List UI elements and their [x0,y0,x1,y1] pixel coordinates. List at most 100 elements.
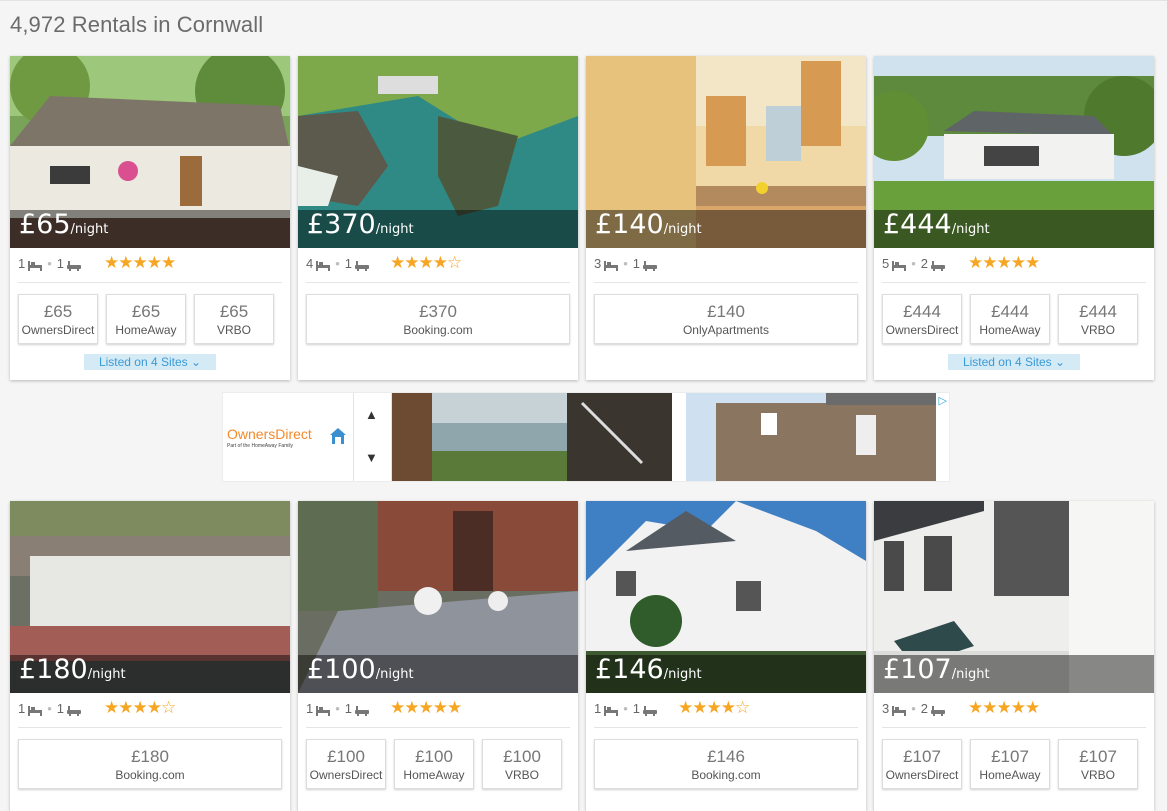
listing-card[interactable]: £444/night 5 • 2 ★★★★★ £444 OwnersDirect … [874,56,1154,380]
price-label: £65/night [19,209,109,240]
divider [306,282,570,283]
ad-logo[interactable]: OwnersDirect Part of the HomeAway Family [223,393,354,481]
offer-button[interactable]: £100 OwnersDirect [306,739,386,789]
ad-down-button[interactable]: ▼ [365,450,378,465]
offer-button[interactable]: £180 Booking.com [18,739,282,789]
offer-button[interactable]: £65 HomeAway [106,294,186,344]
baths-count: 1 [344,256,353,271]
listing-meta: 3 • 1 [586,248,866,279]
offer-button[interactable]: £107 HomeAway [970,739,1050,789]
beds-count: 1 [18,256,26,271]
listing-photo[interactable]: £370/night [298,56,578,248]
beds-count: 1 [306,701,314,716]
listed-on-sites-button[interactable]: Listed on 4 Sites ⌄ [948,354,1080,370]
offer-button[interactable]: £146 Booking.com [594,739,858,789]
ad-image-left[interactable] [392,393,672,481]
offer-list: £140 OnlyApartments [594,294,858,344]
listing-meta: 1 • 1 ★★★★☆ [18,698,176,717]
offer-button[interactable]: £100 VRBO [482,739,562,789]
offer-list: £100 OwnersDirect £100 HomeAway £100 VRBO [306,739,562,789]
ad-choices-icon[interactable]: ▷ [939,394,947,407]
baths-count: 1 [56,701,65,716]
listing-card[interactable]: £370/night 4 • 1 ★★★★☆ £370 Booking.com [298,56,578,380]
offer-button[interactable]: £107 OwnersDirect [882,739,962,789]
baths-count: 2 [920,701,929,716]
bath-icon [931,704,946,716]
baths-count: 1 [344,701,353,716]
divider [882,727,1146,728]
bath-icon [355,704,370,716]
price-label: £180/night [19,654,126,685]
listing-photo[interactable]: £444/night [874,56,1154,248]
offer-button[interactable]: £140 OnlyApartments [594,294,858,344]
bed-icon [892,259,907,271]
offer-button[interactable]: £444 OwnersDirect [882,294,962,344]
offer-button[interactable]: £100 HomeAway [394,739,474,789]
house-logo-icon [329,427,347,450]
beds-count: 3 [882,701,890,716]
beds-count: 3 [594,256,602,271]
listing-meta: 1 • 1 ★★★★★ [306,698,462,717]
ad-up-button[interactable]: ▲ [365,407,378,422]
offer-button[interactable]: £370 Booking.com [306,294,570,344]
listing-photo[interactable]: £100/night [298,501,578,693]
baths-count: 2 [920,256,929,271]
price-label: £140/night [595,209,702,240]
star-rating: ★★★★★ [968,253,1040,272]
star-rating: ★★★★★ [104,253,176,272]
price-label: £370/night [307,209,414,240]
bath-icon [355,259,370,271]
offer-button[interactable]: £107 VRBO [1058,739,1138,789]
baths-count: 1 [632,701,641,716]
baths-count: 1 [56,256,65,271]
listing-photo[interactable]: £180/night [10,501,290,693]
listing-meta: 4 • 1 ★★★★☆ [306,253,462,272]
divider [18,727,282,728]
bed-icon [892,704,907,716]
listing-card[interactable]: £100/night 1 • 1 ★★★★★ £100 OwnersDirect … [298,501,578,811]
ad-image-right[interactable] [686,393,936,481]
divider [18,282,282,283]
bed-icon [604,704,619,716]
offer-list: £65 OwnersDirect £65 HomeAway £65 VRBO [18,294,274,344]
ad-tagline: Part of the HomeAway Family [227,443,294,449]
offer-button[interactable]: £65 VRBO [194,294,274,344]
listing-meta: 1 • 1 ★★★★★ [18,253,176,272]
bed-icon [316,259,331,271]
price-label: £444/night [883,209,990,240]
star-rating: ★★★★☆ [390,253,462,272]
offer-list: £107 OwnersDirect £107 HomeAway £107 VRBO [882,739,1138,789]
listing-card[interactable]: £180/night 1 • 1 ★★★★☆ £180 Booking.com [10,501,290,811]
offer-list: £146 Booking.com [594,739,858,789]
listing-meta: 3 • 2 ★★★★★ [882,698,1040,717]
listing-meta: 5 • 2 ★★★★★ [882,253,1040,272]
beds-count: 5 [882,256,890,271]
divider [594,727,858,728]
listed-on-sites-button[interactable]: Listed on 4 Sites ⌄ [84,354,216,370]
listing-card[interactable]: £65/night 1 • 1 ★★★★★ £65 OwnersDirect £6… [10,56,290,380]
listing-card[interactable]: £146/night 1 • 1 ★★★★☆ £146 Booking.com [586,501,866,811]
listing-photo[interactable]: £107/night [874,501,1154,693]
listing-photo[interactable]: £65/night [10,56,290,248]
ad-brand: OwnersDirect [227,426,312,442]
price-label: £107/night [883,654,990,685]
divider [594,282,858,283]
offer-list: £444 OwnersDirect £444 HomeAway £444 VRBO [882,294,1138,344]
star-rating: ★★★★☆ [104,698,176,717]
ad-banner[interactable]: OwnersDirect Part of the HomeAway Family… [222,392,950,482]
listing-photo[interactable]: £146/night [586,501,866,693]
listing-card[interactable]: £140/night 3 • 1 £140 OnlyApartments [586,56,866,380]
listing-photo[interactable]: £140/night [586,56,866,248]
bed-icon [28,259,43,271]
page-title: 4,972 Rentals in Cornwall [10,12,264,37]
listing-card[interactable]: £107/night 3 • 2 ★★★★★ £107 OwnersDirect … [874,501,1154,811]
offer-button[interactable]: £65 OwnersDirect [18,294,98,344]
divider [306,727,570,728]
offer-list: £180 Booking.com [18,739,282,789]
offer-button[interactable]: £444 HomeAway [970,294,1050,344]
star-rating: ★★★★★ [390,698,462,717]
divider [882,282,1146,283]
offer-button[interactable]: £444 VRBO [1058,294,1138,344]
bed-icon [316,704,331,716]
bath-icon [643,259,658,271]
